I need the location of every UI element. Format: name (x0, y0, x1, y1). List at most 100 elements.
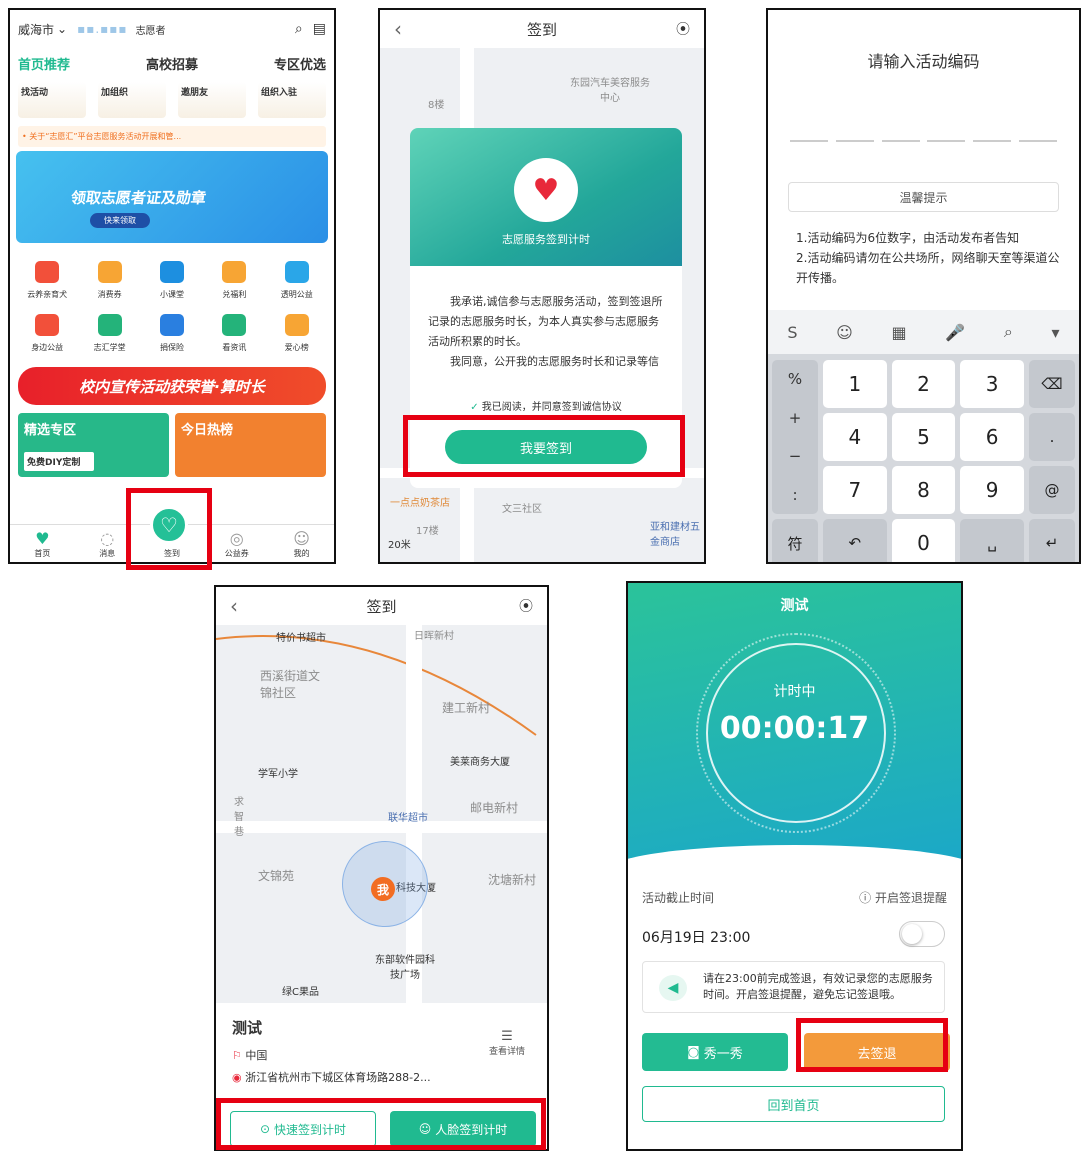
chip-join-org[interactable]: 加组织 (98, 82, 166, 118)
key-2[interactable]: 2 (891, 360, 956, 408)
location-icon[interactable]: ⦿ (676, 19, 690, 39)
back-home-button[interactable]: 回到首页 (642, 1086, 945, 1122)
feature-label: 爱心榜 (284, 343, 309, 352)
megaphone-icon: ◀ (659, 975, 687, 1001)
chip-find-activity[interactable]: 找活动 (18, 82, 86, 118)
help-icon: ⓘ (859, 891, 872, 905)
share-button[interactable]: ◙ 秀一秀 (642, 1033, 788, 1071)
city-selector[interactable]: 威海市 (18, 21, 54, 38)
feature-grid-item[interactable]: 透明公益 (266, 261, 328, 300)
certificate-banner[interactable]: 领取志愿者证及勋章 快来领取 (16, 151, 328, 243)
tab-college[interactable]: 高校招募 (146, 54, 198, 73)
map-scale: 20米 (388, 540, 411, 551)
signout-button[interactable]: 去签退 (804, 1033, 950, 1071)
activity-title: 测试 (780, 598, 809, 614)
notice-bar[interactable]: • 关于“志愿汇”平台志愿服务活动开展和管... (18, 126, 326, 147)
home-tabs: 首页推荐 高校招募 专区优选 (10, 48, 334, 78)
map-label: 邮电新村 (470, 801, 519, 815)
nav-coupon[interactable]: ◎ 公益券 (217, 529, 257, 559)
page-title: 签到 (526, 20, 557, 39)
collapse-icon[interactable]: ▾ (1052, 323, 1060, 342)
chevron-down-icon: ⌄ (57, 22, 68, 36)
key-7[interactable]: 7 (823, 466, 887, 514)
nav-label: 我的 (293, 549, 310, 558)
key-3[interactable]: 3 (960, 360, 1024, 408)
chip-org-settle[interactable]: 组织入驻 (258, 82, 326, 118)
key-6[interactable]: 6 (960, 413, 1024, 461)
nav-home[interactable]: ♥ 首页 (22, 529, 62, 559)
feature-grid-item[interactable]: 捐保险 (141, 314, 203, 353)
checkin-heart-icon[interactable]: ♡ (150, 506, 188, 544)
key-percent[interactable]: % (788, 370, 802, 388)
tab-recommend[interactable]: 首页推荐 (18, 54, 70, 73)
code-digit-slot (790, 140, 828, 142)
nav-mine[interactable]: ☺ 我的 (282, 529, 322, 559)
featured-section[interactable]: 精选专区 免费DIY定制 (18, 413, 169, 477)
feature-grid-item[interactable]: 身边公益 (16, 314, 78, 353)
map-label: 东园汽车美容服务中心 (570, 78, 650, 104)
chip-invite[interactable]: 邀朋友 (178, 82, 246, 118)
key-8[interactable]: 8 (891, 466, 956, 514)
key-1[interactable]: 1 (823, 360, 887, 408)
nav-message[interactable]: ◌ 消息 (87, 529, 127, 559)
key-at[interactable]: @ (1029, 466, 1075, 514)
feature-grid-item[interactable]: 看资讯 (203, 314, 265, 353)
sogou-icon[interactable]: S (787, 323, 797, 342)
key-9[interactable]: 9 (960, 466, 1024, 514)
map-view[interactable]: 特价书超市 日晖新村 西溪街道文锦社区 建工新村 学军小学 美莱商务大厦 求智巷… (216, 625, 547, 1005)
key-5[interactable]: 5 (891, 413, 956, 461)
quick-checkin-button[interactable]: ⊙ 快速签到计时 (230, 1111, 376, 1147)
checkin-button[interactable]: 我要签到 (445, 430, 647, 464)
chip-label: 找活动 (21, 88, 49, 98)
feature-grid-item[interactable]: 消费券 (78, 261, 140, 300)
top-bar: ‹ 签到 ⦿ (216, 587, 547, 625)
back-icon[interactable]: ‹ (394, 17, 402, 41)
keyboard-icon[interactable]: ▦ (892, 323, 907, 342)
remind-text: 开启签退提醒 (874, 891, 947, 905)
face-checkin-button[interactable]: ☺ 人脸签到计时 (390, 1111, 536, 1147)
feature-grid-item[interactable]: 志汇学堂 (78, 314, 140, 353)
key-minus[interactable]: − (789, 447, 802, 465)
location-icon[interactable]: ⦿ (519, 596, 533, 616)
code-digit-slot (1018, 140, 1057, 142)
code-input[interactable] (790, 140, 1057, 142)
feature-grid-item[interactable]: 小课堂 (141, 261, 203, 300)
feature-icon (222, 261, 247, 283)
symbol-key[interactable]: 符 (772, 519, 818, 562)
backspace-key[interactable]: ⌫ (1029, 360, 1075, 408)
symbol-column: % + − : (772, 360, 818, 514)
feature-grid-item[interactable]: 云养亲育犬 (16, 261, 78, 300)
signout-reminder-toggle[interactable] (899, 921, 945, 947)
feature-grid-item[interactable]: 兑福利 (203, 261, 265, 300)
tip-rules: 1.活动编码为6位数字，由活动发布者告知 2.活动编码请勿在公共场所，网络聊天室… (796, 228, 1063, 288)
search-icon[interactable]: ⌕ (295, 21, 303, 37)
enter-key[interactable]: ↵ (1029, 519, 1075, 562)
microphone-icon[interactable]: 🎤 (945, 323, 965, 342)
key-plus[interactable]: + (789, 409, 802, 427)
feature-label: 捐保险 (159, 343, 184, 352)
activity-info-panel: 测试 ☰ 查看详情 ⚐ 中国 ◉ 浙江省杭州市下城区体育场路288-2... ⊙ 快… (216, 1003, 547, 1149)
check-icon: ✓ (470, 402, 479, 413)
emoji-icon[interactable]: ☺ (836, 323, 853, 342)
key-colon[interactable]: : (792, 486, 797, 504)
undo-key[interactable]: ↶ (823, 519, 887, 562)
section-title: 精选专区 (24, 423, 77, 438)
key-0[interactable]: 0 (891, 519, 956, 562)
quick-chips: 找活动 加组织 邀朋友 组织入驻 (10, 78, 334, 122)
scan-icon[interactable]: ▤ (313, 21, 326, 37)
feature-icon (284, 314, 309, 336)
view-detail-link[interactable]: ☰ 查看详情 (489, 1029, 525, 1057)
back-icon[interactable]: ‹ (230, 594, 238, 618)
feature-label: 透明公益 (280, 290, 313, 299)
tab-selection[interactable]: 专区优选 (274, 54, 326, 73)
banner-button[interactable]: 快来领取 (90, 213, 150, 228)
feature-grid-item[interactable]: 爱心榜 (266, 314, 328, 353)
space-key[interactable]: ␣ (960, 519, 1024, 562)
hot-section[interactable]: 今日热榜 (175, 413, 326, 477)
search-icon[interactable]: ⌕ (1004, 322, 1013, 342)
key-dot[interactable]: . (1029, 413, 1075, 461)
agree-checkbox[interactable]: ✓ 我已阅读，并同意签到诚信协议 (410, 398, 682, 413)
campus-banner[interactable]: 校内宣传活动获荣誉·算时长 (18, 367, 326, 405)
key-4[interactable]: 4 (823, 413, 887, 461)
diy-label: 免费DIY定制 (24, 452, 94, 471)
